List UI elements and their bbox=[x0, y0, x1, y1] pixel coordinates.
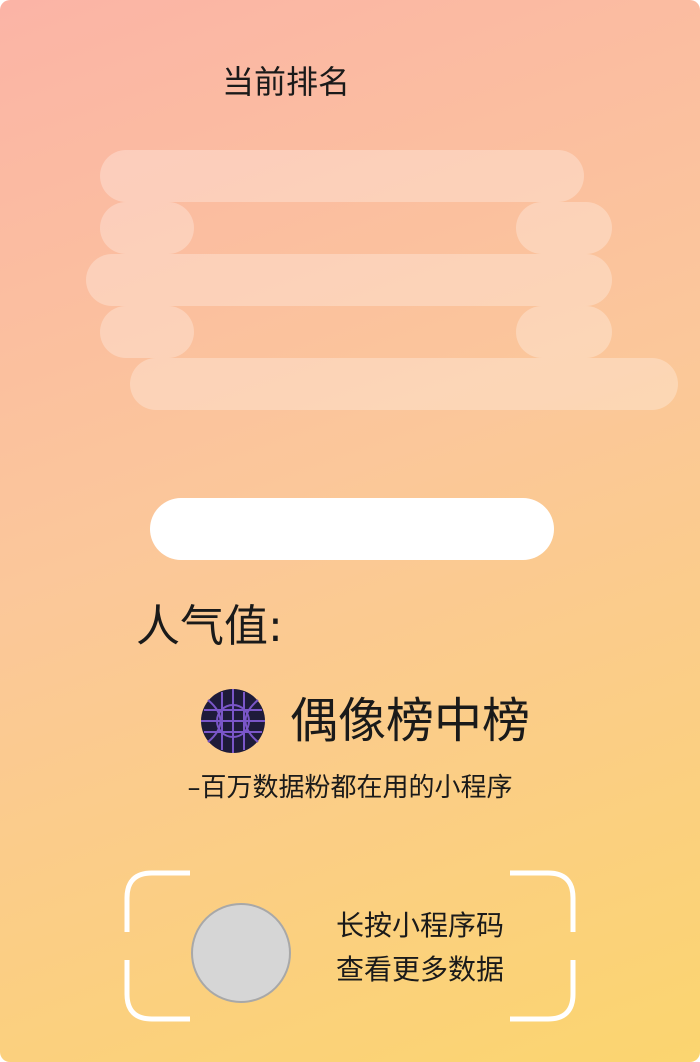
popularity-label: 人气值: bbox=[136, 601, 283, 652]
share-card: 当前排名 人气值: 偶像榜中榜 –百万数据粉都在用的小程序 长按小程序码 查看更… bbox=[0, 0, 700, 1062]
rank-cloud-decoration bbox=[86, 150, 678, 410]
qrcode-placeholder[interactable] bbox=[191, 903, 291, 1003]
rank-title: 当前排名 bbox=[222, 63, 351, 101]
brand-name: 偶像榜中榜 bbox=[290, 693, 531, 749]
brand-tagline: –百万数据粉都在用的小程序 bbox=[187, 773, 513, 803]
qrcode-hint-line1: 长按小程序码 bbox=[336, 909, 505, 942]
qrcode-hint: 长按小程序码 查看更多数据 bbox=[336, 904, 504, 992]
qrcode-hint-line2: 查看更多数据 bbox=[336, 953, 505, 986]
brand-row: 偶像榜中榜 bbox=[200, 686, 530, 756]
globe-grid-icon bbox=[201, 689, 265, 753]
idol-name-pill bbox=[150, 498, 554, 560]
